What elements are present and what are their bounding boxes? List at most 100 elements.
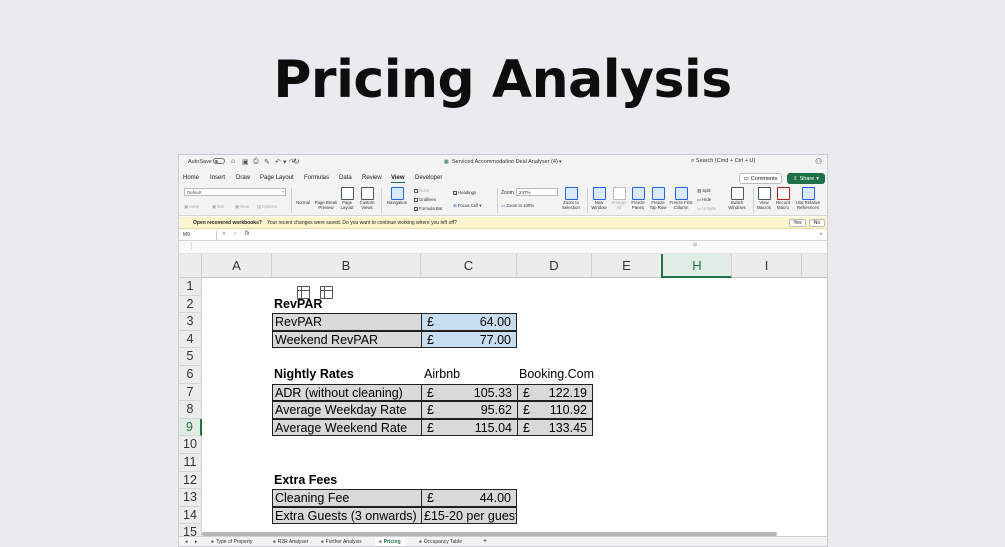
tab-page-layout[interactable]: Page Layout [260, 175, 294, 181]
zoom-select[interactable]: 247% [516, 188, 558, 196]
row-header[interactable]: 12 [179, 471, 202, 490]
column-header[interactable] [802, 254, 827, 278]
gridlines-checkbox[interactable]: Gridlines [414, 197, 436, 202]
cleaning-fee-label-cell[interactable]: Cleaning Fee [272, 489, 422, 507]
booking-header[interactable]: Booking.Com [519, 366, 594, 384]
tab-formulas[interactable]: Formulas [304, 175, 329, 181]
home-icon[interactable]: ⌂ [231, 158, 235, 165]
undo-icon[interactable]: ↶ [275, 158, 281, 166]
tab-data[interactable]: Data [339, 175, 352, 181]
no-button[interactable]: No [809, 219, 825, 227]
adr-airbnb-cell[interactable]: £105.33 [421, 383, 518, 402]
weekend-rate-label-cell[interactable]: Average Weekend Rate [272, 418, 422, 437]
revpar-heading[interactable]: RevPAR [274, 296, 322, 314]
yes-button[interactable]: Yes [789, 219, 806, 227]
nightly-rates-heading[interactable]: Nightly Rates [274, 366, 354, 384]
focus-cell-button[interactable]: ⊕ Focus Cell ▾ [453, 203, 481, 209]
adr-label-cell[interactable]: ADR (without cleaning) [272, 383, 422, 402]
row-header[interactable]: 5 [179, 348, 202, 366]
tab-draw[interactable]: Draw [236, 175, 250, 181]
new-button[interactable]: ▣ New [235, 204, 249, 210]
save-icon[interactable]: ▣ [242, 158, 249, 166]
extra-guests-label-cell[interactable]: Extra Guests (3 onwards) [272, 506, 422, 525]
freeze-panes-button[interactable]: Freeze Panes [629, 187, 647, 210]
row-header[interactable]: 6 [179, 366, 202, 384]
cancel-icon[interactable]: ✕ [222, 231, 226, 237]
extra-fees-heading[interactable]: Extra Fees [274, 472, 337, 490]
edit-icon[interactable]: ✎ [264, 158, 270, 166]
sheet-tab-r2r-analyser[interactable]: ■ R2R Analyser [269, 537, 312, 546]
zoom-100-button[interactable]: ▭ Zoom to 100% [501, 203, 534, 209]
weekend-revpar-label-cell[interactable]: Weekend RevPAR [272, 330, 422, 349]
column-header[interactable]: A [202, 254, 272, 278]
fx-icon[interactable]: fx [245, 231, 250, 237]
column-header[interactable]: E [592, 254, 662, 278]
column-header[interactable]: D [517, 254, 592, 278]
normal-view-button[interactable]: Normal [293, 187, 313, 299]
row-header[interactable]: 10 [179, 436, 202, 454]
comments-button[interactable]: ▭ Comments [739, 173, 782, 184]
row-header[interactable]: 8 [179, 401, 202, 419]
chevron-down-icon[interactable]: ▾ [559, 159, 562, 165]
weekend-revpar-value-cell[interactable]: £77.00 [421, 330, 517, 349]
tab-home[interactable]: Home [183, 175, 199, 181]
row-header[interactable]: 13 [179, 489, 202, 507]
row-header[interactable]: 14 [179, 506, 202, 525]
more-icon[interactable]: ··· [294, 159, 300, 165]
sheet-view-select[interactable]: Default [184, 188, 286, 196]
zoom-to-selection-button[interactable]: Zoom to Selection [559, 187, 583, 210]
row-header[interactable]: 4 [179, 330, 202, 349]
select-all-corner[interactable] [179, 254, 202, 278]
column-header[interactable]: I [732, 254, 802, 278]
scroll-right-icon[interactable]: ▸ [191, 537, 202, 546]
navigation-button[interactable]: Navigation [385, 187, 409, 206]
row-header-selected[interactable]: 9 [179, 418, 202, 437]
view-macros-button[interactable]: View Macros [755, 187, 773, 210]
weekday-booking-cell[interactable]: £110.92 [517, 401, 593, 419]
revpar-label-cell[interactable]: RevPAR [272, 313, 422, 331]
new-window-button[interactable]: New Window [589, 187, 609, 210]
headings-checkbox[interactable]: ✓Headings [453, 190, 476, 195]
row-header[interactable]: 1 [179, 278, 202, 296]
chevron-down-icon[interactable]: ▾ [283, 158, 287, 166]
scroll-left-icon[interactable]: ◂ [181, 537, 192, 546]
weekend-airbnb-cell[interactable]: £115.04 [421, 418, 518, 437]
row-header[interactable]: 11 [179, 454, 202, 472]
split-handle-icon[interactable]: ⊞ [693, 242, 697, 248]
autosave-toggle[interactable] [213, 158, 225, 164]
tab-view[interactable]: View [391, 175, 405, 183]
adr-booking-cell[interactable]: £122.19 [517, 383, 593, 402]
tab-insert[interactable]: Insert [210, 175, 225, 181]
page-layout-button[interactable]: Page Layout [340, 187, 354, 210]
share-button[interactable]: ⇪ Share ▾ [787, 173, 825, 184]
arrange-all-button[interactable]: Arrange All [610, 187, 628, 210]
column-header-selected[interactable]: H [663, 254, 732, 278]
row-header[interactable]: 3 [179, 313, 202, 331]
tab-developer[interactable]: Developer [415, 175, 442, 181]
airbnb-header[interactable]: Airbnb [424, 366, 460, 384]
page-break-preview-button[interactable]: Page Break Preview [314, 187, 338, 299]
formula-bar-checkbox[interactable]: ✓Formula Bar [414, 206, 443, 211]
hide-button[interactable]: ▭ Hide [697, 197, 711, 203]
extra-guests-value-cell[interactable]: £15-20 per guest [421, 506, 517, 525]
name-box[interactable]: M9 [181, 231, 217, 240]
confirm-icon[interactable]: ✓ [233, 231, 237, 237]
switch-windows-button[interactable]: Switch Windows [725, 187, 749, 210]
split-button[interactable]: ▥ Split [697, 188, 711, 194]
add-sheet-button[interactable]: + [479, 537, 491, 546]
print-icon[interactable]: ⎙ [253, 158, 259, 166]
column-header[interactable]: B [272, 254, 421, 278]
search-box[interactable]: ⌕ Search (Cmd + Ctrl + U) [691, 158, 797, 169]
options-button[interactable]: ▤ Options [257, 204, 277, 210]
sheet-tab-pricing[interactable]: ■ Pricing [375, 537, 405, 546]
formula-input[interactable] [257, 231, 817, 240]
weekday-airbnb-cell[interactable]: £95.62 [421, 401, 518, 419]
weekend-booking-cell[interactable]: £133.45 [517, 418, 593, 437]
row-header[interactable]: 2 [179, 295, 202, 314]
sheet-tab-occupancy-table[interactable]: ■ Occupancy Table [415, 537, 466, 546]
row-header[interactable]: 7 [179, 383, 202, 402]
people-icon[interactable]: ⚇ [815, 157, 822, 166]
chevron-down-icon[interactable]: ▾ [820, 231, 822, 236]
tab-review[interactable]: Review [362, 175, 382, 181]
freeze-first-column-button[interactable]: Freeze First Column [669, 187, 693, 210]
